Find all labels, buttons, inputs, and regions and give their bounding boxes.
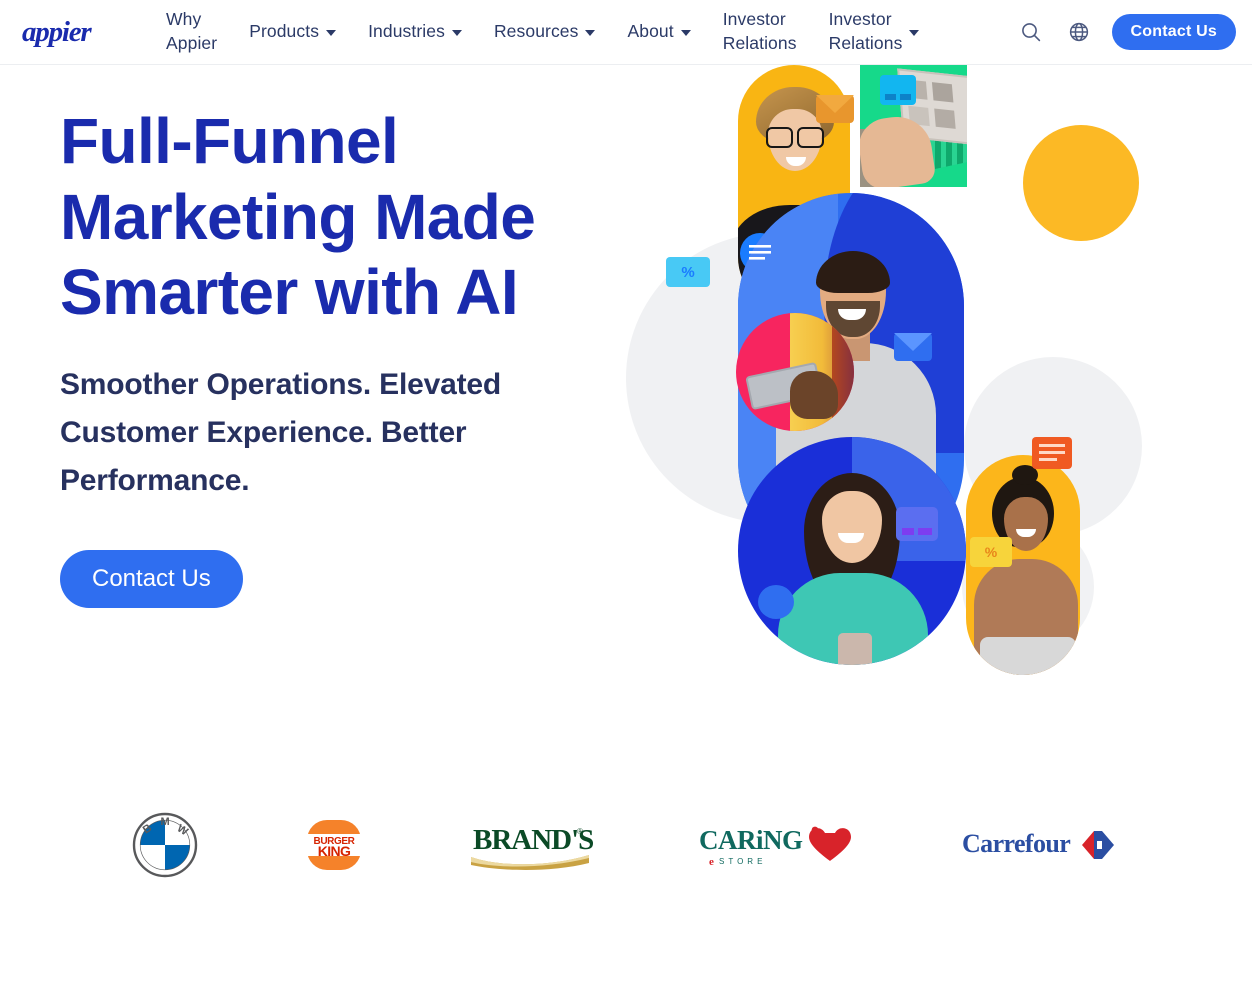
photo-shirt-shadow xyxy=(832,313,854,431)
hero-subtitle: Smoother Operations. Elevated Customer E… xyxy=(60,367,501,497)
envelope-orange-icon xyxy=(816,95,854,123)
nav-item-about[interactable]: About xyxy=(611,0,706,65)
nav-item-why-appier[interactable]: Why Appier xyxy=(150,0,233,65)
chevron-down-icon xyxy=(909,30,920,36)
search-button[interactable] xyxy=(1016,17,1046,47)
nav-label: Resources xyxy=(493,21,579,42)
nav-item-industries[interactable]: Industries xyxy=(352,0,478,65)
nav-label: Why Appier xyxy=(166,9,218,53)
hero-copy: Full-Funnel Marketing Made Smarter with … xyxy=(60,104,620,608)
chevron-down-icon xyxy=(451,30,462,36)
svg-text:KING: KING xyxy=(317,843,350,859)
nav-item-products[interactable]: Products xyxy=(233,0,352,65)
search-icon xyxy=(1021,23,1040,42)
nav-item-investor-relations-secondary[interactable]: Investor Relations xyxy=(813,0,925,65)
hero-title: Full-Funnel Marketing Made Smarter with … xyxy=(60,105,536,329)
nav-label: Industries xyxy=(368,21,445,42)
credit-card-cyan-icon xyxy=(880,75,916,105)
svg-text:STORE: STORE xyxy=(719,857,766,866)
photo-laptop xyxy=(980,637,1076,675)
carrefour-logo: Carrefour xyxy=(962,829,1114,859)
chevron-down-icon xyxy=(326,30,337,36)
coupon-percent-yellow-icon: % xyxy=(970,537,1012,567)
photo-tile-tablet-pink xyxy=(736,313,854,431)
language-button[interactable] xyxy=(1064,17,1094,47)
appier-logo[interactable]: appier xyxy=(22,15,114,49)
primary-navigation: Why Appier Products Industries Resources… xyxy=(150,0,925,65)
client-logo-burger-king: BURGER KING xyxy=(303,810,365,880)
svg-text:M: M xyxy=(161,816,170,828)
header-contact-us-button[interactable]: Contact Us xyxy=(1111,14,1236,50)
envelope-blue-icon xyxy=(894,333,932,361)
photo-tile-woman-teal xyxy=(738,437,966,665)
globe-icon xyxy=(1069,22,1088,42)
chat-lines xyxy=(749,245,771,261)
burger-king-logo: BURGER KING xyxy=(304,820,363,870)
client-logo-brands: BRAND'S ® xyxy=(469,810,593,880)
bmw-logo: B M W xyxy=(132,812,198,878)
svg-text:appier: appier xyxy=(22,16,92,48)
client-logo-carrefour: Carrefour xyxy=(962,810,1120,880)
site-header: appier Why Appier Products Industries Re… xyxy=(0,0,1252,65)
client-logo-bmw: B M W xyxy=(132,810,198,880)
eyeglasses-icon xyxy=(766,127,824,148)
nav-label: About xyxy=(627,21,674,42)
nav-item-investor-relations[interactable]: Investor Relations xyxy=(707,0,813,65)
svg-text:CARiNG: CARiNG xyxy=(699,825,803,855)
svg-text:e: e xyxy=(709,856,714,868)
chevron-down-icon xyxy=(680,30,691,36)
header-tools: Contact Us xyxy=(1016,14,1236,50)
nav-label: Investor Relations xyxy=(722,9,797,53)
svg-text:Carrefour: Carrefour xyxy=(962,829,1070,858)
photo-smartphone xyxy=(838,633,872,665)
chat-bubble-navy-icon xyxy=(758,585,794,619)
svg-text:BRAND'S: BRAND'S xyxy=(473,824,593,856)
chat-bubble-orange-icon xyxy=(1032,437,1072,469)
nav-item-resources[interactable]: Resources xyxy=(478,0,612,65)
client-logo-strip: B M W BURGER KING BRAND'S ® CARiNG STORE… xyxy=(0,790,1252,900)
nav-label: Investor Relations xyxy=(828,9,903,53)
caring-estore-logo: CARiNG STORE e xyxy=(699,825,852,868)
chevron-down-icon xyxy=(585,30,596,36)
decorative-yellow-circle xyxy=(1023,125,1139,241)
card-purple-icon xyxy=(896,507,938,541)
appier-wordmark-icon: appier xyxy=(22,16,94,48)
hero-collage: % % xyxy=(608,65,1252,675)
brands-logo: BRAND'S ® xyxy=(470,824,593,870)
photo-hand xyxy=(790,371,838,419)
svg-text:®: ® xyxy=(577,827,583,836)
nav-label: Products xyxy=(249,21,320,42)
hero-contact-us-button[interactable]: Contact Us xyxy=(60,549,243,608)
coupon-percent-cyan-icon: % xyxy=(666,257,710,287)
hero-section: Full-Funnel Marketing Made Smarter with … xyxy=(0,65,1252,765)
client-logo-caring-estore: CARiNG STORE e xyxy=(697,810,857,880)
